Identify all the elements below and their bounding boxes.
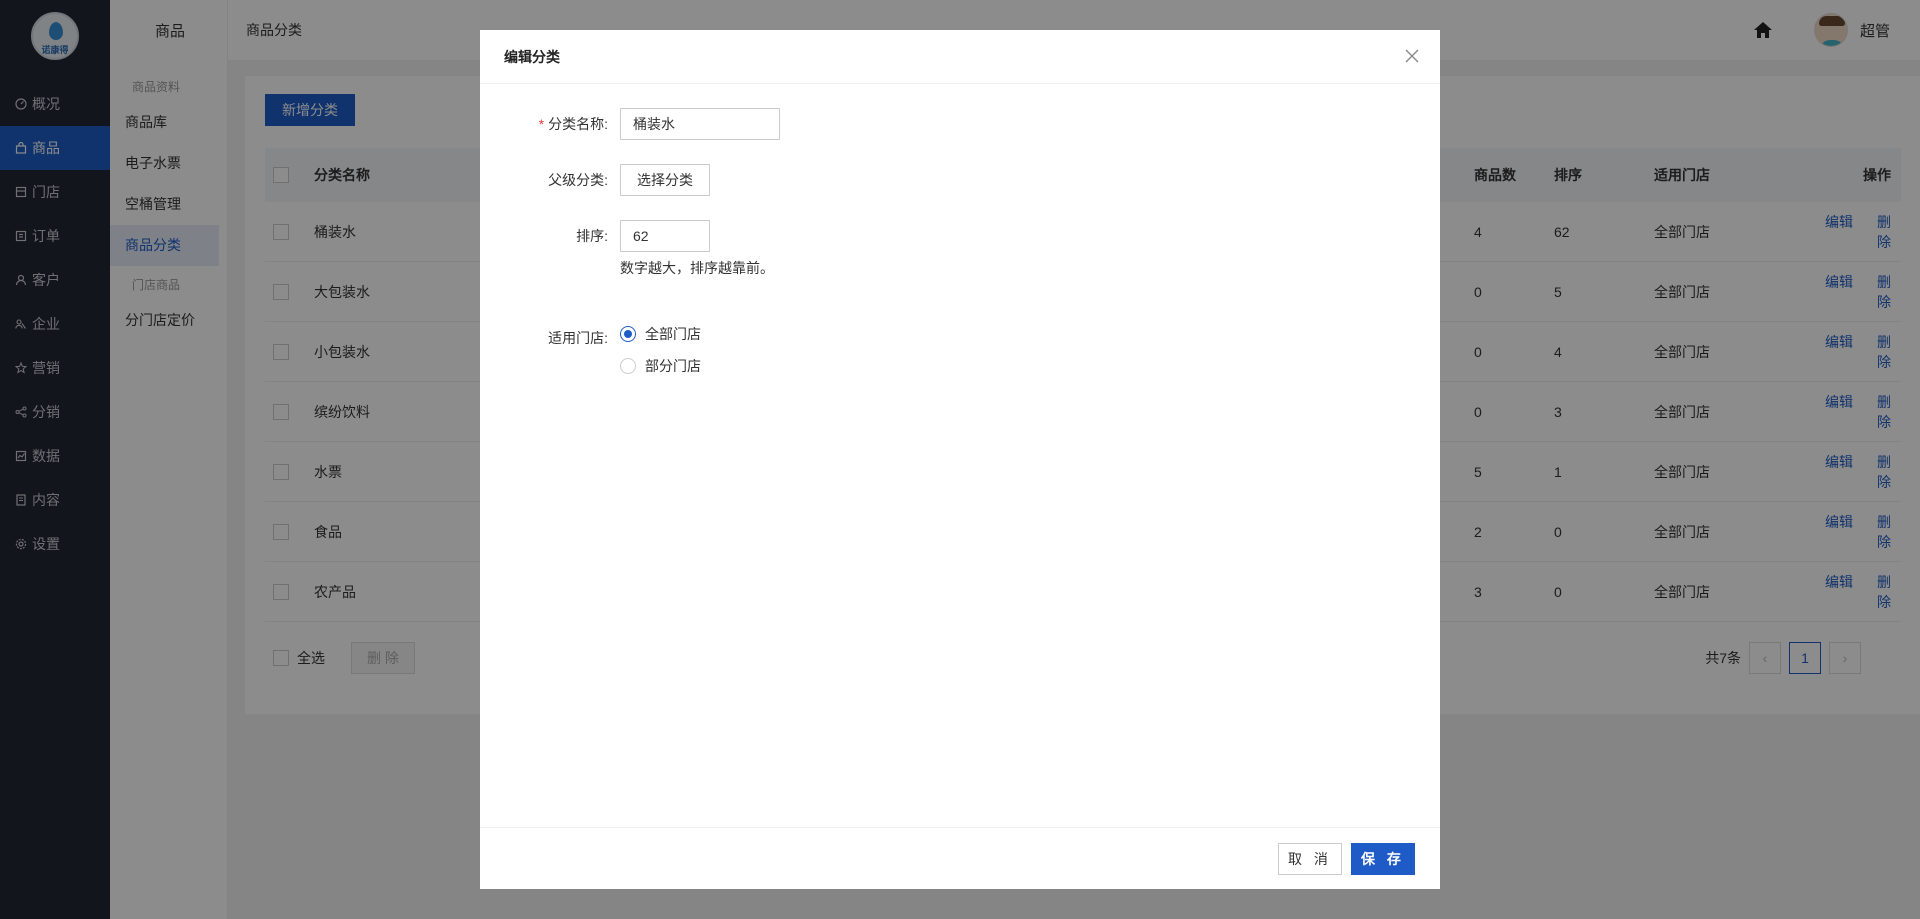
save-button[interactable]: 保 存 bbox=[1351, 843, 1415, 875]
radio-some-stores-dot[interactable] bbox=[620, 358, 636, 374]
radio-some-stores[interactable]: 部分门店 bbox=[620, 356, 701, 376]
select-parent-button[interactable]: 选择分类 bbox=[620, 164, 710, 196]
radio-some-stores-label: 部分门店 bbox=[645, 358, 701, 374]
store-radio-group: 全部门店 部分门店 bbox=[620, 324, 701, 388]
form-row-parent: 父级分类: 选择分类 bbox=[480, 164, 710, 196]
parent-label: 父级分类: bbox=[548, 172, 608, 188]
modal-title: 编辑分类 bbox=[480, 30, 1440, 84]
name-label-wrap: * 分类名称: bbox=[480, 108, 620, 140]
store-label: 适用门店: bbox=[548, 330, 608, 346]
sort-hint: 数字越大，排序越靠前。 bbox=[620, 260, 774, 276]
required-mark: * bbox=[538, 116, 545, 132]
category-name-input[interactable] bbox=[620, 108, 780, 140]
radio-all-stores-label: 全部门店 bbox=[645, 326, 701, 342]
sort-field-wrap: 数字越大，排序越靠前。 bbox=[620, 220, 774, 278]
form-row-name: * 分类名称: bbox=[480, 108, 780, 140]
form-row-store: 适用门店: 全部门店 部分门店 bbox=[480, 326, 701, 388]
close-icon[interactable] bbox=[1402, 46, 1422, 66]
cancel-button[interactable]: 取 消 bbox=[1278, 843, 1342, 875]
sort-input[interactable] bbox=[620, 220, 710, 252]
form-row-sort: 排序: 数字越大，排序越靠前。 bbox=[480, 220, 774, 278]
edit-category-modal: 编辑分类 *分类名称: 父级分类: 选择分类 排序: 数字越大，排序越靠前。 适… bbox=[480, 30, 1440, 889]
modal-footer: 取 消 保 存 bbox=[480, 827, 1440, 889]
name-label: 分类名称: bbox=[548, 116, 608, 132]
radio-all-stores[interactable]: 全部门店 bbox=[620, 324, 701, 344]
radio-all-stores-dot[interactable] bbox=[620, 326, 636, 342]
sort-label: 排序: bbox=[576, 228, 608, 244]
